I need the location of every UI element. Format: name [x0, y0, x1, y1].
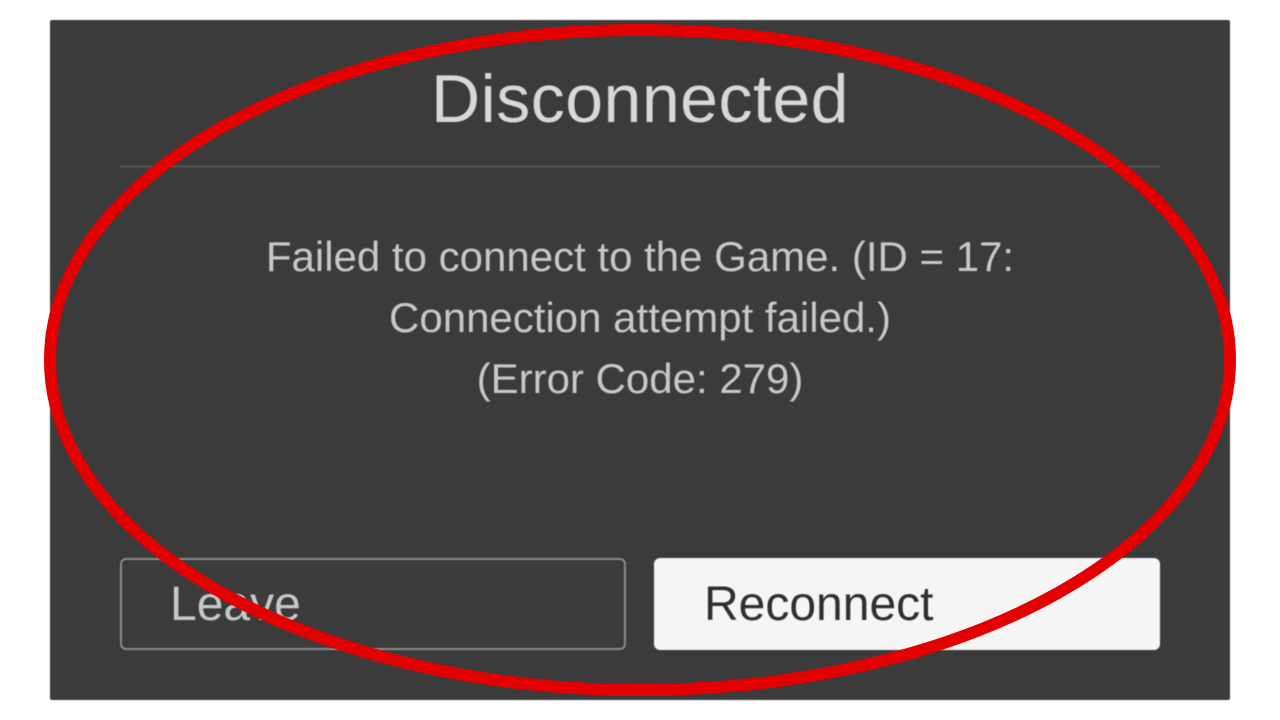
message-line-3: (Error Code: 279) [477, 355, 804, 402]
reconnect-button[interactable]: Reconnect [654, 558, 1160, 650]
message-line-1: Failed to connect to the Game. (ID = 17: [266, 233, 1014, 280]
disconnect-dialog: Disconnected Failed to connect to the Ga… [50, 20, 1230, 700]
dialog-message: Failed to connect to the Game. (ID = 17:… [120, 227, 1160, 518]
button-row: Leave Reconnect [120, 558, 1160, 650]
divider [120, 166, 1160, 167]
message-line-2: Connection attempt failed.) [389, 294, 891, 341]
dialog-title: Disconnected [120, 60, 1160, 138]
leave-button[interactable]: Leave [120, 558, 626, 650]
